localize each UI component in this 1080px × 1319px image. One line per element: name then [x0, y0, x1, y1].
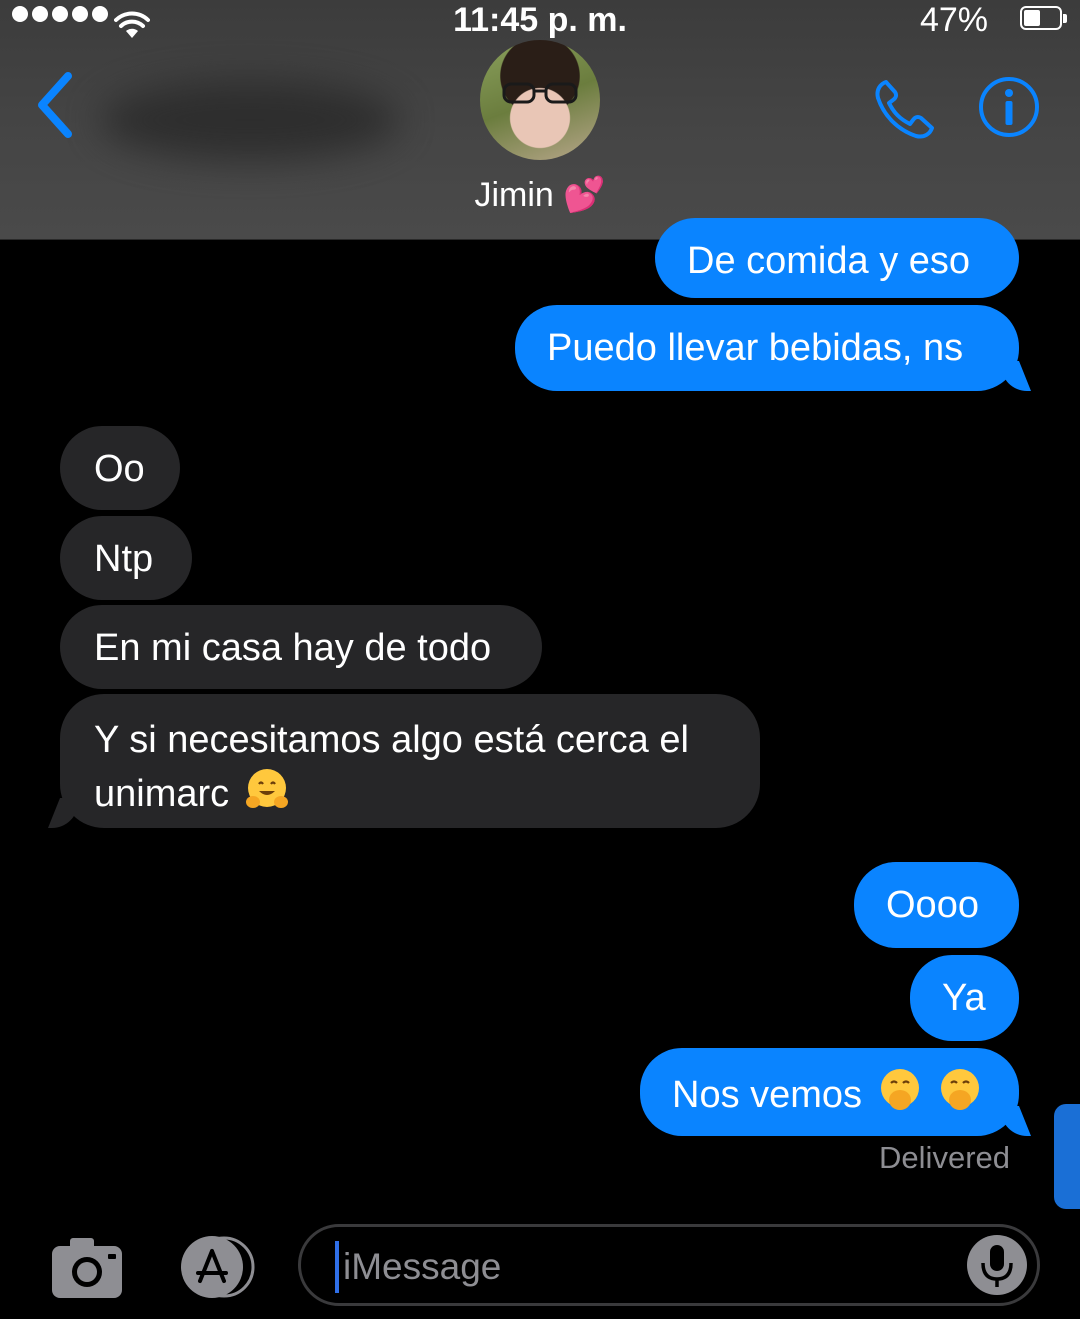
- message-text: De comida y eso: [687, 240, 971, 282]
- scroll-indicator[interactable]: [1054, 1104, 1080, 1209]
- message-text: Oooo: [886, 884, 979, 926]
- text-caret: [335, 1241, 339, 1293]
- message-text-line: unimarc: [94, 766, 760, 820]
- received-message-bubble[interactable]: Y si necesitamos algo está cerca el unim…: [60, 694, 760, 828]
- sent-message-bubble[interactable]: Oooo: [854, 862, 1019, 948]
- avatar-photo: [502, 82, 578, 104]
- message-text: Ntp: [94, 538, 154, 580]
- sent-message-bubble[interactable]: Ya: [910, 955, 1019, 1041]
- message-text: En mi casa hay de todo: [94, 627, 492, 669]
- phone-icon[interactable]: [872, 76, 938, 140]
- delivery-status: Delivered: [879, 1140, 1010, 1175]
- message-text-line: Y si necesitamos algo está cerca el: [94, 719, 689, 761]
- sent-message-bubble[interactable]: Nos vemos: [640, 1048, 1019, 1136]
- received-message-bubble[interactable]: Ntp: [60, 516, 192, 600]
- hugging-face-emoji-icon: [245, 769, 288, 808]
- imessage-placeholder: iMessage: [343, 1246, 502, 1287]
- microphone-button[interactable]: [967, 1235, 1027, 1295]
- contact-avatar[interactable]: [480, 40, 600, 160]
- message-text: Oo: [94, 448, 145, 490]
- face-with-hand-over-mouth-emoji-icon: [941, 1069, 980, 1110]
- face-with-hand-over-mouth-emoji-icon: [880, 1069, 919, 1110]
- imessage-input[interactable]: iMessage: [298, 1224, 1040, 1306]
- message-text: Puedo llevar bebidas, ns: [547, 327, 964, 369]
- conversation-header: 11:45 p. m. 47% Jimin 💕: [0, 0, 1080, 240]
- sent-message-bubble[interactable]: De comida y eso: [655, 218, 1019, 298]
- messages-screen: 11:45 p. m. 47% Jimin 💕 De comida y eso: [0, 0, 1080, 1319]
- battery-percentage: 47%: [919, 1, 988, 39]
- microphone-icon: [981, 1245, 1013, 1287]
- back-chevron-icon[interactable]: [30, 70, 86, 140]
- camera-icon[interactable]: [50, 1234, 124, 1300]
- battery-icon: [1020, 6, 1067, 30]
- blurred-unread-label: [100, 80, 400, 160]
- message-text: Nos vemos: [672, 1074, 863, 1116]
- message-text: Ya: [942, 977, 986, 1019]
- info-icon[interactable]: [978, 76, 1040, 138]
- contact-name[interactable]: Jimin 💕: [0, 175, 1080, 215]
- received-message-bubble[interactable]: En mi casa hay de todo: [60, 605, 542, 689]
- sent-message-bubble[interactable]: Puedo llevar bebidas, ns: [515, 305, 1019, 391]
- received-message-bubble[interactable]: Oo: [60, 426, 180, 510]
- app-store-icon[interactable]: [172, 1236, 260, 1298]
- status-time: 11:45 p. m.: [453, 1, 627, 39]
